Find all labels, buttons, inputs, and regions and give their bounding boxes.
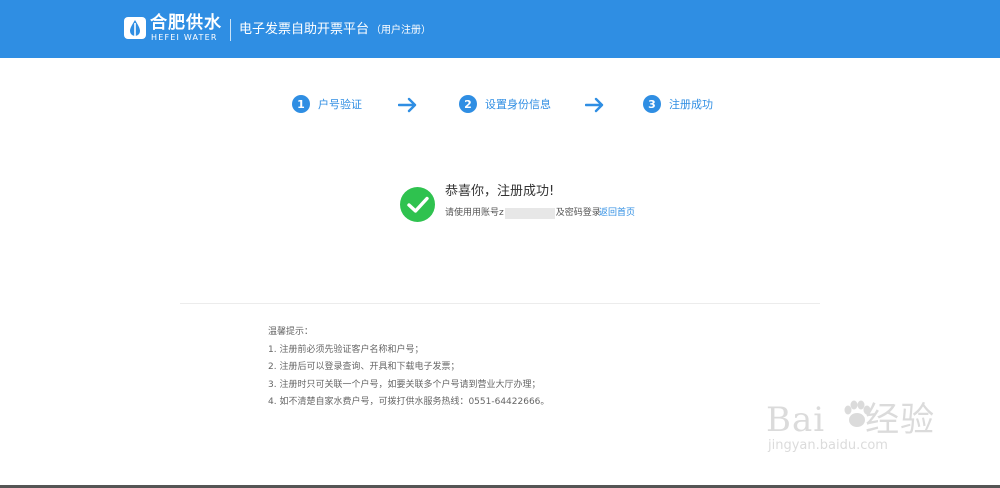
tip-item: 3. 注册时只可关联一个户号，如要关联多个户号请到营业大厅办理； [268, 379, 541, 390]
back-home-link[interactable]: 返回首页 [599, 206, 635, 220]
platform-title-text: 电子发票自助开票平台 [239, 22, 370, 37]
success-check-icon [400, 187, 435, 222]
watermark-brand-right: 经验 [865, 400, 936, 440]
step-number-badge: 1 [292, 95, 310, 113]
water-drop-logo-icon [124, 17, 146, 39]
header-divider [230, 19, 231, 41]
arrow-right-icon [398, 97, 417, 113]
tip-item: 2. 注册后可以登录查询、开具和下载电子发票； [268, 362, 460, 373]
watermark-url: jingyan.baidu.com [768, 438, 888, 453]
platform-subtitle: （用户注册） [371, 25, 432, 36]
top-header-bar: 合肥供水 HEFEI WATER 电子发票自助开票平台 （用户注册） [0, 0, 1000, 58]
step-3: 3 注册成功 [643, 95, 713, 113]
watermark-brand-left: Bai [766, 400, 826, 440]
success-title: 恭喜你，注册成功! [445, 184, 555, 199]
logo-text-cn: 合肥供水 [150, 13, 222, 33]
step-number-badge: 3 [643, 95, 661, 113]
tips-heading: 温馨提示： [268, 327, 314, 337]
section-divider [180, 303, 820, 304]
login-hint-suffix: 及密码登录 [555, 208, 601, 218]
step-2: 2 设置身份信息 [459, 95, 551, 113]
success-description: 请使用用账号z 及密码登录 [445, 206, 601, 220]
step-label: 户号验证 [318, 98, 362, 111]
paw-icon [844, 400, 871, 427]
login-hint-prefix: 请使用用账号z [445, 208, 504, 218]
tip-item: 4. 如不清楚自家水费户号，可拨打供水服务热线：0551-64422666。 [268, 397, 550, 408]
logo-text-en: HEFEI WATER [151, 33, 218, 42]
platform-title: 电子发票自助开票平台 （用户注册） [239, 21, 431, 40]
baidu-jingyan-watermark: Bai 经验 jingyan.baidu.com [740, 392, 950, 470]
tips-section: 温馨提示： 1. 注册前必须先验证客户名称和户号； 2. 注册后可以登录查询、开… [268, 324, 549, 412]
arrow-right-icon [585, 97, 604, 113]
step-number-badge: 2 [459, 95, 477, 113]
step-1: 1 户号验证 [292, 95, 362, 113]
tip-item: 1. 注册前必须先验证客户名称和户号； [268, 344, 424, 355]
step-label: 设置身份信息 [485, 98, 551, 111]
redacted-account [504, 207, 555, 219]
step-label: 注册成功 [669, 98, 713, 111]
